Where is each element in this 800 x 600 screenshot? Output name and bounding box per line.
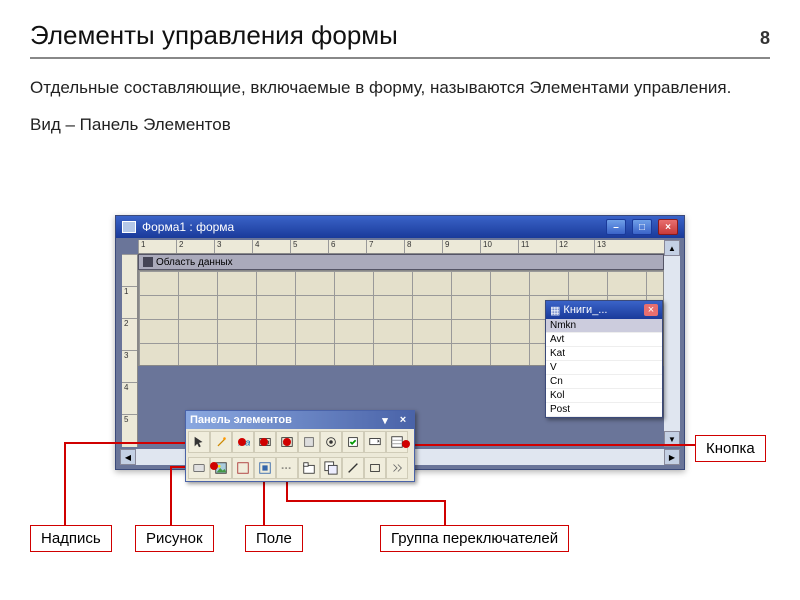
vertical-scrollbar[interactable]: ▲ ▼: [664, 240, 680, 447]
rectangle-tool[interactable]: [364, 457, 386, 479]
scroll-up-button[interactable]: ▲: [664, 240, 680, 256]
bound-object-tool[interactable]: [254, 457, 276, 479]
callout-option-group: Группа переключателей: [380, 525, 569, 552]
toolbox-close-icon[interactable]: ×: [396, 414, 410, 426]
button-tool[interactable]: [188, 457, 210, 479]
form-window-titlebar: Форма1 : форма – □ ×: [116, 216, 684, 238]
field-list-item[interactable]: V: [546, 361, 662, 375]
field-list-titlebar[interactable]: ▦ Книги_... ×: [546, 301, 662, 319]
toolbox-row-2: [186, 455, 414, 481]
toolbox-panel[interactable]: Панель элементов ▾ × Aa ab xyz: [185, 410, 415, 482]
data-section-header[interactable]: Область данных: [138, 254, 664, 270]
callout-button: Кнопка: [695, 435, 766, 462]
callout-label: Надпись: [30, 525, 112, 552]
line-tool[interactable]: [342, 457, 364, 479]
page-number: 8: [760, 28, 770, 49]
section-header-label: Область данных: [156, 257, 233, 268]
subform-tool[interactable]: [320, 457, 342, 479]
wizard-tool[interactable]: [210, 431, 232, 453]
unbound-object-tool[interactable]: [232, 457, 254, 479]
field-list-item[interactable]: Kol: [546, 389, 662, 403]
checkbox-tool[interactable]: [342, 431, 364, 453]
form-icon: [122, 221, 136, 233]
callout-picture: Рисунок: [135, 525, 214, 552]
field-list-item[interactable]: Kat: [546, 347, 662, 361]
vertical-ruler: 12345: [122, 254, 138, 447]
field-list-close-icon[interactable]: ×: [644, 304, 658, 316]
toolbox-title-label: Панель элементов: [190, 414, 292, 426]
title-divider: [30, 57, 770, 59]
pointer-tool[interactable]: [188, 431, 210, 453]
combobox-tool[interactable]: [364, 431, 386, 453]
horizontal-ruler: 12345678910111213: [138, 240, 680, 254]
paragraph-1: Отдельные составляющие, включаемые в фор…: [30, 77, 770, 100]
close-button[interactable]: ×: [658, 219, 678, 235]
maximize-button[interactable]: □: [632, 219, 652, 235]
pagebreak-tool[interactable]: [276, 457, 298, 479]
scroll-right-button[interactable]: ▶: [664, 449, 680, 465]
page-title: Элементы управления формы: [30, 20, 398, 51]
callout-field: Поле: [245, 525, 303, 552]
form-window-title: Форма1 : форма: [142, 220, 234, 234]
toggle-button-tool[interactable]: [298, 431, 320, 453]
field-list-item[interactable]: Nmkn: [546, 319, 662, 333]
scroll-left-button[interactable]: ◀: [120, 449, 136, 465]
field-list-window[interactable]: ▦ Книги_... × NmknAvtKatVCnKolPost: [545, 300, 663, 418]
option-button-tool[interactable]: [320, 431, 342, 453]
table-icon: ▦: [550, 304, 560, 317]
field-list-item[interactable]: Avt: [546, 333, 662, 347]
body-text: Отдельные составляющие, включаемые в фор…: [30, 77, 770, 137]
toolbox-row-1: Aa ab xyz: [186, 429, 414, 455]
more-tools[interactable]: [386, 457, 408, 479]
section-marker-icon: [143, 257, 153, 267]
toolbox-dropdown-icon[interactable]: ▾: [378, 414, 392, 426]
field-list-title: Книги_...: [563, 304, 607, 316]
field-list-items[interactable]: NmknAvtKatVCnKolPost: [546, 319, 662, 417]
field-list-item[interactable]: Post: [546, 403, 662, 417]
paragraph-2: Вид – Панель Элементов: [30, 114, 770, 137]
toolbox-titlebar[interactable]: Панель элементов ▾ ×: [186, 411, 414, 429]
minimize-button[interactable]: –: [606, 219, 626, 235]
field-list-item[interactable]: Cn: [546, 375, 662, 389]
tab-control-tool[interactable]: [298, 457, 320, 479]
